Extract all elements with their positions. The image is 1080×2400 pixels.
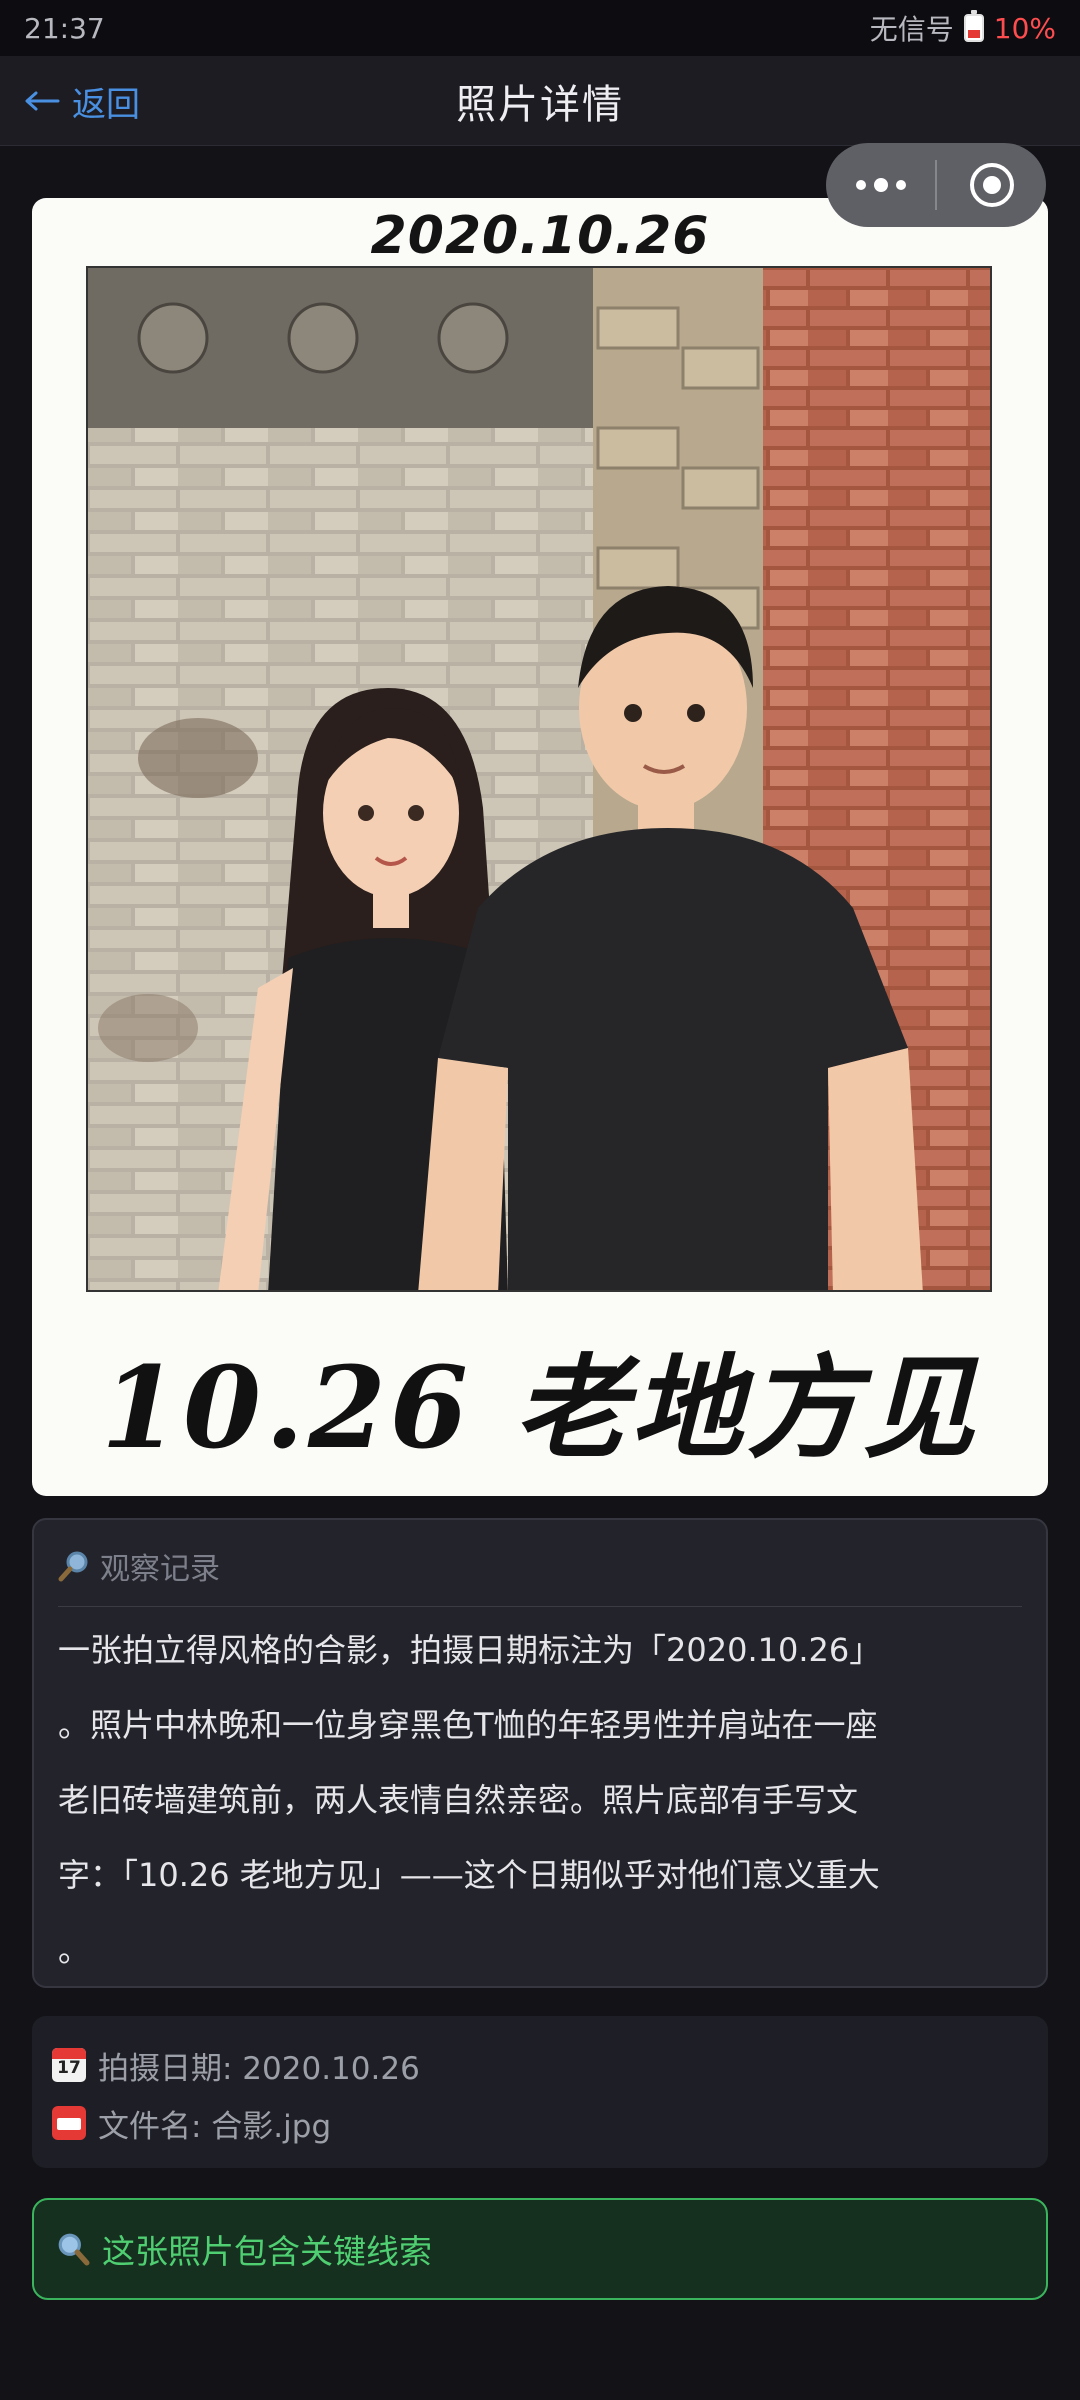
status-right: 无信号 10%	[870, 8, 1056, 48]
observation-header: 观察记录	[58, 1544, 1022, 1607]
observation-line: 老旧砖墙建筑前，两人表情自然亲密。照片底部有手写文	[58, 1781, 859, 1819]
status-bar: 21:37 无信号 10%	[0, 0, 1080, 56]
file-name-row: 文件名: 合影.jpg	[52, 2094, 1028, 2152]
photo-card[interactable]: 2020.10.26 10.26 老地方见	[32, 198, 1048, 1496]
magnifier-icon	[58, 1551, 88, 1582]
file-name-label: 文件名: 合影.jpg	[98, 2108, 332, 2145]
battery-level: 10%	[993, 11, 1056, 45]
couple-photo-image	[86, 266, 992, 1292]
observation-text: 一张拍立得风格的合影，拍摄日期标注为「2020.10.26」 。照片中林晚和一位…	[58, 1613, 1022, 1988]
signal-text: 无信号	[869, 13, 954, 46]
target-icon	[969, 163, 1014, 207]
calendar-icon: 17	[52, 2048, 86, 2082]
battery-icon	[963, 10, 984, 42]
page-title: 照片详情	[456, 81, 624, 128]
more-dots-icon	[855, 178, 906, 192]
photo-meta-card: 17 拍摄日期: 2020.10.26 文件名: 合影.jpg	[32, 2016, 1048, 2168]
observation-line: 一张拍立得风格的合影，拍摄日期标注为「2020.10.26」	[58, 1631, 882, 1669]
capture-date-row: 17 拍摄日期: 2020.10.26	[52, 2036, 1028, 2094]
couple-illustration	[88, 268, 990, 1290]
miniprogram-capsule	[826, 143, 1046, 227]
observation-header-label: 观察记录	[100, 1552, 220, 1587]
close-miniprogram-button[interactable]	[937, 143, 1046, 227]
photo-caption-handwriting: 10.26 老地方见	[101, 1343, 979, 1474]
observation-line: 字：「10.26 老地方见」——这个日期似乎对他们意义重大	[58, 1856, 880, 1894]
observation-line: 。照片中林晚和一位身穿黑色T恤的年轻男性并肩站在一座	[58, 1706, 878, 1744]
magnifier-icon	[58, 2233, 90, 2266]
key-clue-label: 这张照片包含关键线索	[102, 2232, 432, 2271]
observation-line: 。	[58, 1931, 91, 1969]
more-button[interactable]	[826, 143, 935, 227]
capture-date-label: 拍摄日期: 2020.10.26	[98, 2050, 420, 2087]
nav-bar: 返回 照片详情	[0, 56, 1080, 146]
arrow-left-icon	[25, 91, 60, 111]
status-time: 21:37	[24, 11, 105, 45]
file-icon	[52, 2106, 86, 2140]
observation-card: 观察记录 一张拍立得风格的合影，拍摄日期标注为「2020.10.26」 。照片中…	[32, 1518, 1048, 1988]
back-button[interactable]: 返回	[24, 74, 140, 128]
key-clue-banner[interactable]: 这张照片包含关键线索	[32, 2198, 1048, 2300]
back-label: 返回	[72, 84, 140, 125]
